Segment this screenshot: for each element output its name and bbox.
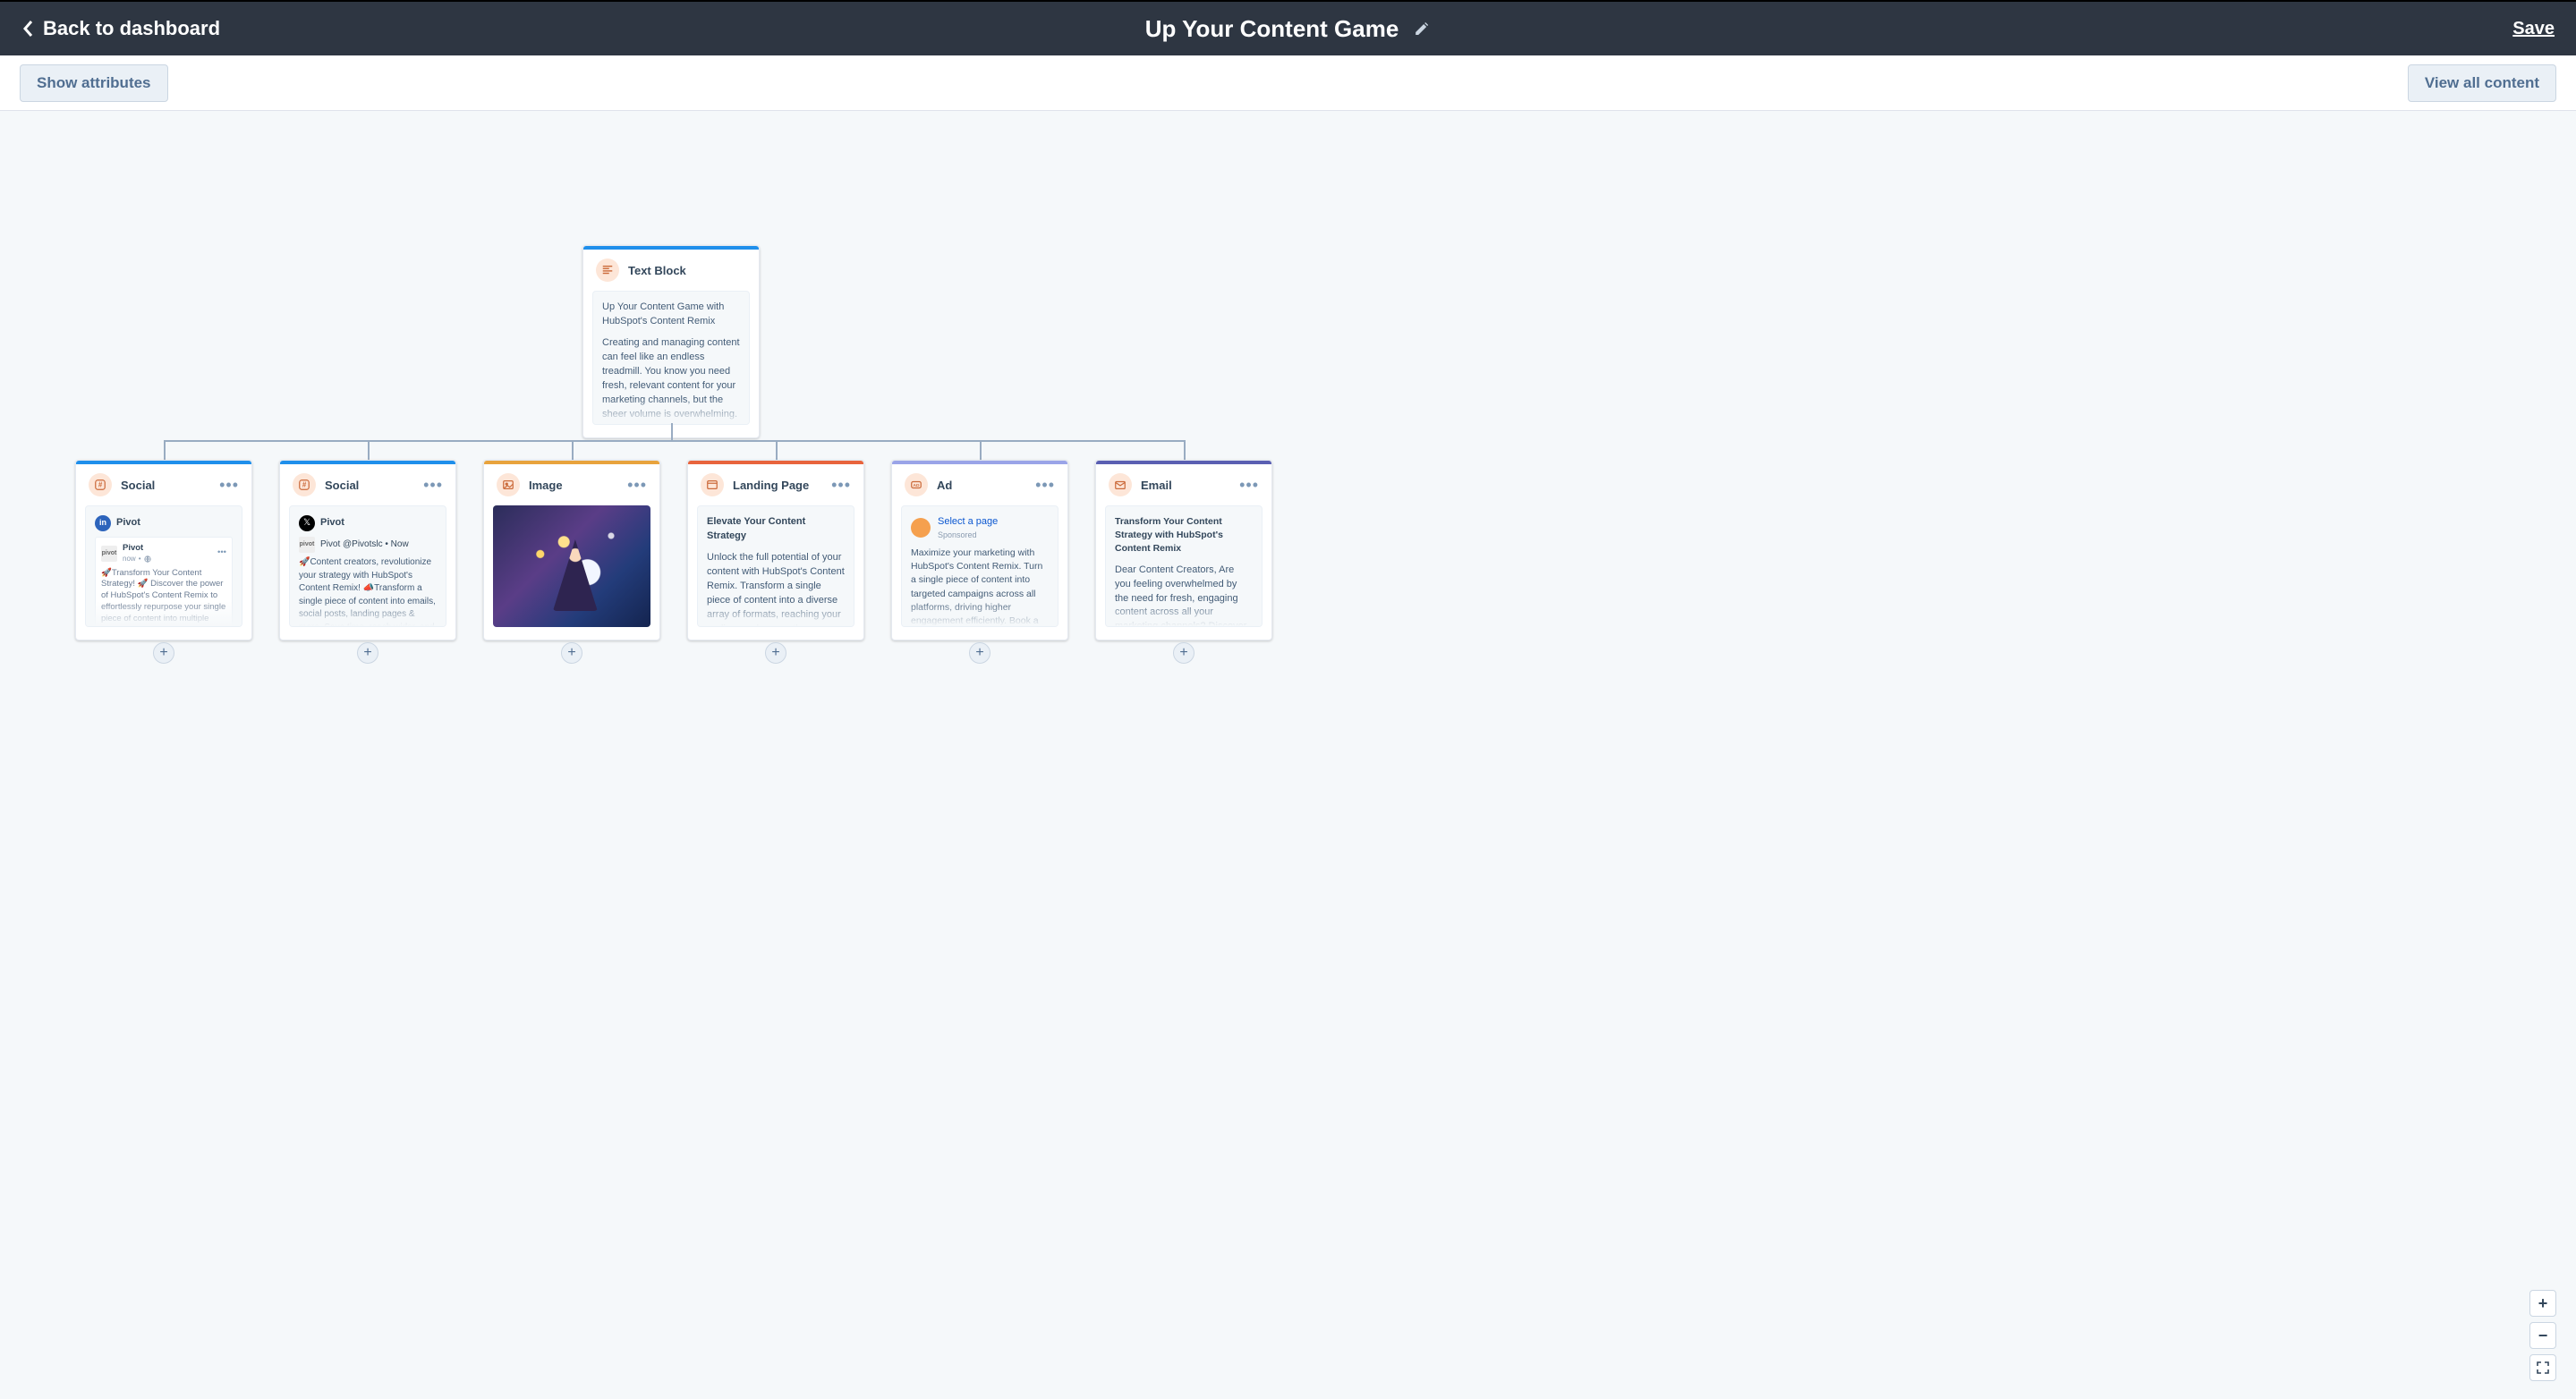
node-menu-button[interactable]: •••	[627, 476, 647, 495]
save-button[interactable]: Save	[2512, 19, 2555, 39]
connector	[1184, 440, 1186, 460]
node-type-label: Text Block	[628, 264, 746, 277]
brand-name: Pivot	[116, 516, 140, 530]
connector	[164, 440, 1184, 442]
add-child-button[interactable]: +	[1173, 642, 1194, 664]
node-menu-button[interactable]: •••	[1239, 476, 1259, 495]
lp-title: Elevate Your Content Strategy	[707, 515, 845, 544]
ad-text: Maximize your marketing with HubSpot's C…	[911, 547, 1049, 627]
node-body: in Pivot pivot Pivot now • •••	[85, 505, 242, 627]
inner-brand: Pivot	[123, 543, 151, 555]
node-type-label: Image	[529, 479, 618, 492]
node-type-label: Landing Page	[733, 479, 822, 492]
lp-text: Unlock the full potential of your conten…	[707, 551, 845, 627]
zoom-controls: + −	[2529, 1290, 2556, 1381]
show-attributes-button[interactable]: Show attributes	[20, 64, 168, 102]
zoom-out-button[interactable]: −	[2529, 1322, 2556, 1349]
node-body: Transform Your Content Strategy with Hub…	[1105, 505, 1262, 627]
add-child-button[interactable]: +	[153, 642, 174, 664]
child-node-email[interactable]: Email ••• Transform Your Content Strateg…	[1095, 460, 1272, 640]
child-node-landing-page[interactable]: Landing Page ••• Elevate Your Content St…	[687, 460, 864, 640]
svg-text:AD: AD	[914, 483, 920, 488]
root-title: Up Your Content Game with HubSpot's Cont…	[602, 301, 740, 329]
node-type-label: Ad	[937, 479, 1026, 492]
post-text: 🚀Transform Your Content Strategy! 🚀 Disc…	[101, 568, 226, 627]
post-text: 🚀Content creators, revolutionize your st…	[299, 556, 437, 627]
add-child-button[interactable]: +	[969, 642, 990, 664]
node-menu-button[interactable]: •••	[1035, 476, 1055, 495]
mail-icon	[1109, 473, 1132, 496]
root-para1: Creating and managing content can feel l…	[602, 336, 740, 422]
child-node-image[interactable]: Image •••	[483, 460, 660, 640]
hash-icon: #	[293, 473, 316, 496]
svg-text:#: #	[302, 481, 307, 489]
node-menu-button[interactable]: •••	[831, 476, 851, 495]
add-child-button[interactable]: +	[357, 642, 378, 664]
svg-text:#: #	[98, 481, 103, 489]
node-body	[493, 505, 650, 627]
hash-icon: #	[89, 473, 112, 496]
inner-time: now	[123, 555, 136, 564]
add-child-button[interactable]: +	[765, 642, 786, 664]
connector	[980, 440, 982, 460]
back-to-dashboard-link[interactable]: Back to dashboard	[21, 17, 220, 40]
post-menu-icon[interactable]: •••	[217, 547, 226, 559]
connector	[671, 423, 673, 440]
linkedin-icon: in	[95, 515, 111, 531]
logo-icon: pivot	[101, 546, 117, 562]
node-menu-button[interactable]: •••	[219, 476, 239, 495]
add-child-button[interactable]: +	[561, 642, 582, 664]
node-body: Elevate Your Content Strategy Unlock the…	[697, 505, 854, 627]
connector	[776, 440, 778, 460]
fullscreen-button[interactable]	[2529, 1354, 2556, 1381]
generated-image	[493, 505, 650, 627]
child-node-social-linkedin[interactable]: # Social ••• in Pivot pivot Pivot now •	[75, 460, 252, 640]
child-node-ad[interactable]: AD Ad ••• Select a page Sponsored Maximi…	[891, 460, 1068, 640]
handle: Pivot @Pivotslc • Now	[320, 538, 409, 552]
brand-name: Pivot	[320, 516, 344, 530]
ad-select-page-link[interactable]: Select a page	[938, 515, 998, 530]
canvas[interactable]: Text Block Up Your Content Game with Hub…	[0, 111, 2576, 1397]
globe-icon	[144, 555, 151, 563]
ad-icon: AD	[905, 473, 928, 496]
node-type-label: Email	[1141, 479, 1230, 492]
image-icon	[497, 473, 520, 496]
email-text: Dear Content Creators, Are you feeling o…	[1115, 564, 1253, 627]
connector	[164, 440, 166, 460]
child-node-social-x[interactable]: # Social ••• 𝕏 Pivot pivot Pivot @Pivots…	[279, 460, 456, 640]
logo-icon: pivot	[299, 537, 315, 553]
connector	[572, 440, 574, 460]
root-node-text-block[interactable]: Text Block Up Your Content Game with Hub…	[582, 245, 760, 438]
page-title: Up Your Content Game	[1145, 15, 1399, 43]
edit-title-icon[interactable]	[1413, 20, 1431, 38]
connector	[368, 440, 370, 460]
dot: •	[139, 555, 141, 564]
zoom-in-button[interactable]: +	[2529, 1290, 2556, 1317]
node-type-label: Social	[121, 479, 210, 492]
view-all-content-button[interactable]: View all content	[2408, 64, 2556, 102]
node-body: Up Your Content Game with HubSpot's Cont…	[592, 291, 750, 425]
text-block-icon	[596, 259, 619, 282]
sponsored-label: Sponsored	[938, 530, 998, 541]
node-body: Select a page Sponsored Maximize your ma…	[901, 505, 1058, 627]
top-bar: Back to dashboard Up Your Content Game S…	[0, 0, 2576, 55]
back-label: Back to dashboard	[43, 17, 220, 40]
browser-icon	[701, 473, 724, 496]
node-menu-button[interactable]: •••	[423, 476, 443, 495]
toolbar: Show attributes View all content	[0, 55, 2576, 111]
node-body: 𝕏 Pivot pivot Pivot @Pivotslc • Now 🚀Con…	[289, 505, 446, 627]
email-title: Transform Your Content Strategy with Hub…	[1115, 515, 1253, 556]
ad-avatar	[911, 518, 931, 538]
chevron-left-icon	[21, 18, 36, 39]
x-icon: 𝕏	[299, 515, 315, 531]
node-type-label: Social	[325, 479, 414, 492]
